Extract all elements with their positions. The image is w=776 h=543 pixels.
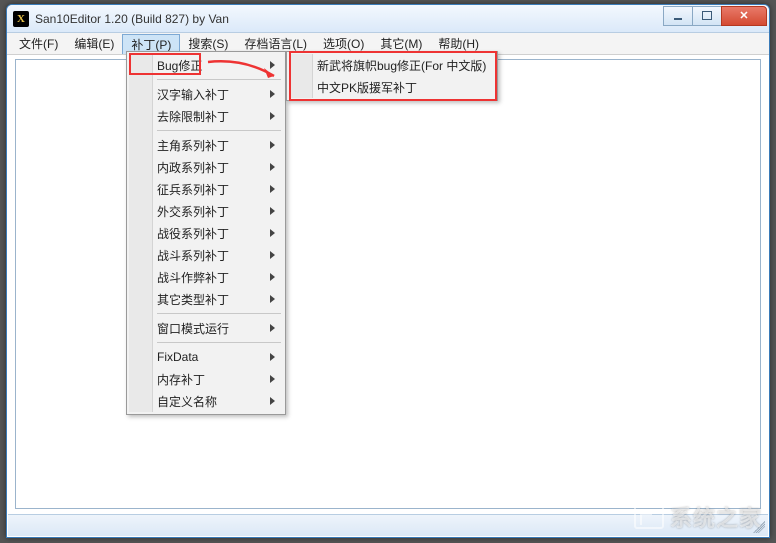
dropdown-item[interactable]: 窗口模式运行 xyxy=(129,317,283,339)
dropdown-item[interactable]: 外交系列补丁 xyxy=(129,200,283,222)
dropdown-item-label: 战斗作弊补丁 xyxy=(157,269,229,286)
menu-separator xyxy=(157,342,281,343)
dropdown-item-label: Bug修正 xyxy=(157,57,202,74)
dropdown-item-label: 内政系列补丁 xyxy=(157,159,229,176)
dropdown-item[interactable]: 其它类型补丁 xyxy=(129,288,283,310)
dropdown-item[interactable]: 内政系列补丁 xyxy=(129,156,283,178)
dropdown-item[interactable]: 战斗系列补丁 xyxy=(129,244,283,266)
dropdown-item-label: 汉字输入补丁 xyxy=(157,86,229,103)
dropdown-item-label: 去除限制补丁 xyxy=(157,108,229,125)
dropdown-item-label: 窗口模式运行 xyxy=(157,320,229,337)
dropdown-item-label: 其它类型补丁 xyxy=(157,291,229,308)
submenu-arrow-icon xyxy=(270,324,275,332)
dropdown-item[interactable]: 战役系列补丁 xyxy=(129,222,283,244)
minimize-button[interactable] xyxy=(663,6,693,26)
dropdown-item[interactable]: FixData xyxy=(129,346,283,368)
submenu-arrow-icon xyxy=(270,273,275,281)
dropdown-item-label: 外交系列补丁 xyxy=(157,203,229,220)
window-title: San10Editor 1.20 (Build 827) by Van xyxy=(35,12,664,26)
submenu-item[interactable]: 新武将旗帜bug修正(For 中文版) xyxy=(289,54,495,76)
submenu-arrow-icon xyxy=(270,185,275,193)
app-icon: X xyxy=(13,11,29,27)
submenu-arrow-icon xyxy=(270,229,275,237)
submenu-arrow-icon xyxy=(270,112,275,120)
submenu-arrow-icon xyxy=(270,251,275,259)
bugfix-submenu[interactable]: 新武将旗帜bug修正(For 中文版)中文PK版援军补丁 xyxy=(286,51,498,101)
dropdown-item[interactable]: 汉字输入补丁 xyxy=(129,83,283,105)
submenu-arrow-icon xyxy=(270,207,275,215)
dropdown-item[interactable]: 内存补丁 xyxy=(129,368,283,390)
window-controls xyxy=(664,6,767,26)
submenu-arrow-icon xyxy=(270,163,275,171)
watermark-logo-icon xyxy=(634,505,664,529)
patch-dropdown-menu[interactable]: Bug修正汉字输入补丁去除限制补丁主角系列补丁内政系列补丁征兵系列补丁外交系列补… xyxy=(126,51,286,415)
watermark-text: 系统之家 xyxy=(670,501,762,533)
submenu-arrow-icon xyxy=(270,61,275,69)
submenu-arrow-icon xyxy=(270,375,275,383)
submenu-arrow-icon xyxy=(270,397,275,405)
dropdown-item-label: 战斗系列补丁 xyxy=(157,247,229,264)
dropdown-item-label: 主角系列补丁 xyxy=(157,137,229,154)
submenu-item[interactable]: 中文PK版援军补丁 xyxy=(289,76,495,98)
menu-item[interactable]: 编辑(E) xyxy=(66,33,122,54)
dropdown-item[interactable]: 主角系列补丁 xyxy=(129,134,283,156)
dropdown-item-label: 战役系列补丁 xyxy=(157,225,229,242)
menu-gutter xyxy=(289,54,313,98)
titlebar[interactable]: X San10Editor 1.20 (Build 827) by Van xyxy=(7,5,769,33)
submenu-arrow-icon xyxy=(270,353,275,361)
menu-separator xyxy=(157,79,281,80)
dropdown-item[interactable]: Bug修正 xyxy=(129,54,283,76)
menu-separator xyxy=(157,130,281,131)
submenu-arrow-icon xyxy=(270,141,275,149)
dropdown-item[interactable]: 去除限制补丁 xyxy=(129,105,283,127)
dropdown-item-label: 征兵系列补丁 xyxy=(157,181,229,198)
menu-item[interactable]: 文件(F) xyxy=(11,33,66,54)
dropdown-item-label: FixData xyxy=(157,350,198,364)
menu-separator xyxy=(157,313,281,314)
dropdown-item[interactable]: 战斗作弊补丁 xyxy=(129,266,283,288)
maximize-button[interactable] xyxy=(692,6,722,26)
dropdown-item-label: 自定义名称 xyxy=(157,393,217,410)
watermark: 系统之家 xyxy=(634,501,762,533)
submenu-arrow-icon xyxy=(270,295,275,303)
submenu-arrow-icon xyxy=(270,90,275,98)
dropdown-item[interactable]: 自定义名称 xyxy=(129,390,283,412)
close-button[interactable] xyxy=(721,6,767,26)
dropdown-item-label: 内存补丁 xyxy=(157,371,205,388)
dropdown-item[interactable]: 征兵系列补丁 xyxy=(129,178,283,200)
